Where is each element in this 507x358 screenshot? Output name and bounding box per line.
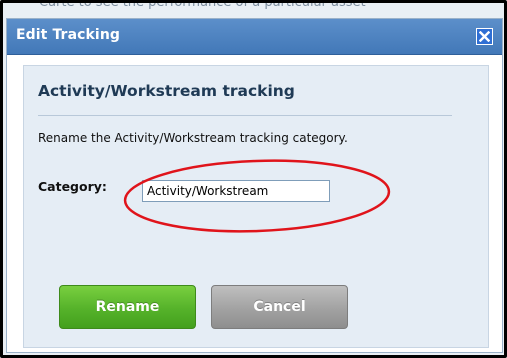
screenshot-frame: Carte to see the performance of a partic… bbox=[0, 0, 507, 358]
dialog-titlebar: Edit Tracking bbox=[7, 19, 502, 55]
close-icon bbox=[479, 31, 490, 42]
dialog-content-panel: Activity/Workstream tracking Rename the … bbox=[23, 65, 489, 348]
heading-divider bbox=[38, 115, 452, 116]
description-text: Rename the Activity/Workstream tracking … bbox=[38, 131, 348, 145]
category-input[interactable] bbox=[142, 180, 330, 202]
close-button[interactable] bbox=[476, 28, 493, 45]
edit-tracking-dialog: Edit Tracking Activity/Workstream tracki… bbox=[6, 18, 503, 353]
background-page-text: Carte to see the performance of a partic… bbox=[39, 0, 366, 10]
category-label: Category: bbox=[38, 179, 107, 194]
rename-button[interactable]: Rename bbox=[59, 285, 196, 329]
cancel-button[interactable]: Cancel bbox=[211, 285, 348, 329]
section-heading: Activity/Workstream tracking bbox=[38, 82, 295, 100]
dialog-title: Edit Tracking bbox=[16, 27, 121, 43]
